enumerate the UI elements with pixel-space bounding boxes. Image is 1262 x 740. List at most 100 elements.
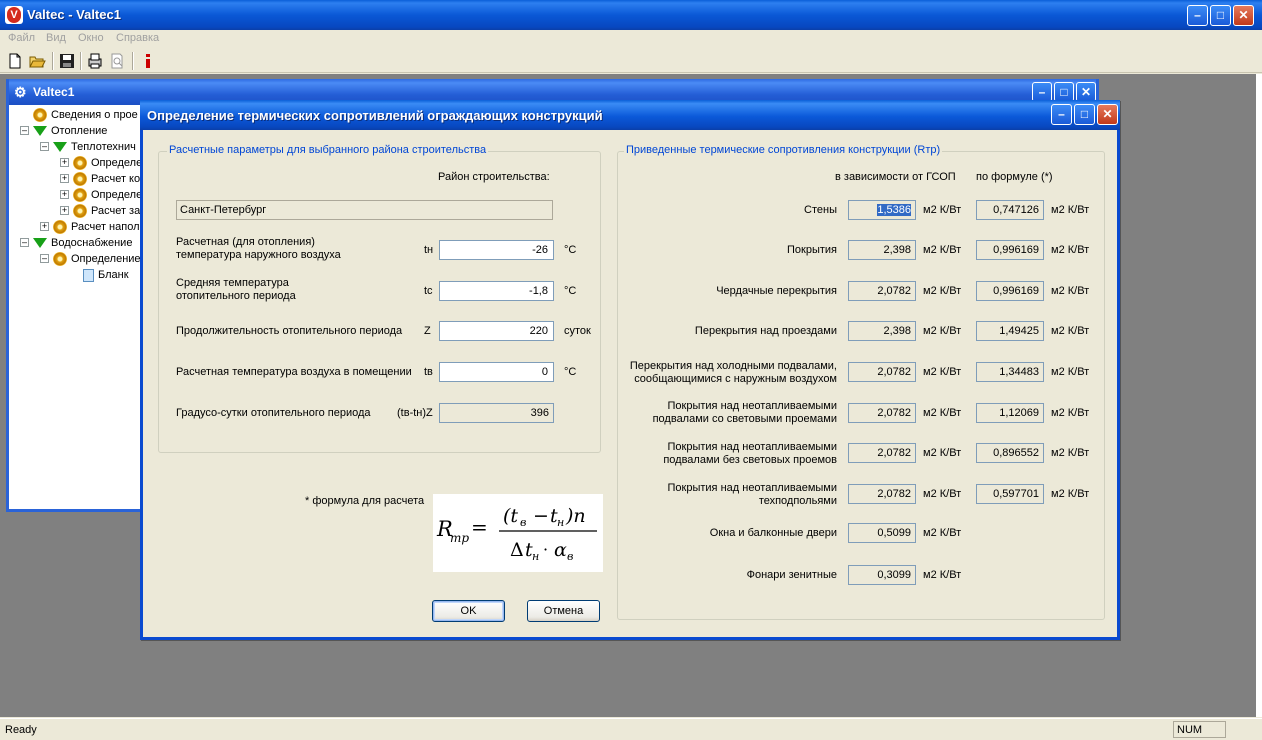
duration-input[interactable]: 220 [439,321,554,341]
menu-help[interactable]: Справка [116,32,159,44]
indoor-temp-input[interactable]: 0 [439,362,554,382]
ok-button[interactable]: OK [432,600,505,622]
tree-collapse-icon[interactable]: – [40,254,49,263]
new-file-icon[interactable] [6,52,24,70]
tree-item-definition-2[interactable]: Определе [73,187,142,203]
tree-expand-icon[interactable]: + [40,222,49,231]
formula-image: R тр = (t в − t н )n Δ t н · α в [433,494,603,572]
tree-item-label: Теплотехнич [71,141,136,153]
unit-label: м2 К/Вт [1051,366,1090,378]
status-ready: Ready [5,724,37,736]
tree-expand-icon[interactable]: + [60,190,69,199]
menu-file[interactable]: Файл [8,32,35,44]
maximize-button[interactable]: □ [1210,5,1231,26]
param-avg-temp-label-1: Средняя температура [176,277,289,289]
param-outdoor-temp-unit: °C [564,244,577,256]
tree-item-label: Водоснабжение [51,237,133,249]
walls-gsop-field[interactable]: 1,5386 [848,200,916,220]
close-button[interactable]: ✕ [1233,5,1254,26]
dialog-maximize-button[interactable]: □ [1074,104,1095,125]
row-underfloor-label-1: Покрытия над неотапливаемыми [667,482,837,494]
outdoor-temp-input[interactable]: -26 [439,240,554,260]
status-num-indicator: NUM [1173,721,1226,738]
underfloor-gsop-field: 2,0782 [848,484,916,504]
cancel-button[interactable]: Отмена [527,600,600,622]
cold-basement-formula-field: 1,34483 [976,362,1044,382]
minimize-button[interactable]: – [1187,5,1208,26]
child-minimize-button[interactable]: – [1032,82,1052,102]
tree-expand-icon[interactable]: + [60,158,69,167]
document-icon [83,268,94,282]
tree-collapse-icon[interactable]: – [20,238,29,247]
menu-view[interactable]: Вид [46,32,66,44]
triangle-icon [33,126,47,137]
tree-collapse-icon[interactable]: – [40,142,49,151]
walls-formula-field: 0,747126 [976,200,1044,220]
tree-item-heating[interactable]: Отопление [33,123,107,139]
param-duration-label: Продолжительность отопительного периода [176,325,403,337]
print-icon[interactable] [86,52,104,70]
attic-gsop-field: 2,0782 [848,281,916,301]
unit-label: м2 К/Вт [923,527,962,539]
save-icon[interactable] [58,52,76,70]
tree-item-label: Расчет ко [91,173,141,185]
unit-label: м2 К/Вт [923,325,962,337]
tree-item-thermal[interactable]: Теплотехнич [53,139,136,155]
main-title-bar[interactable]: Valtec - Valtec1 – □ ✕ [0,0,1262,30]
tree-item-definition-3[interactable]: Определение [53,251,141,267]
row-windows-label: Окна и балконные двери [709,527,837,539]
roofs-formula-field: 0,996169 [976,240,1044,260]
unit-label: м2 К/Вт [923,488,962,500]
tree-item-blank[interactable]: Бланк [83,267,129,283]
svg-text:тр: тр [450,531,469,545]
main-window-title: Valtec - Valtec1 [27,7,121,22]
menu-window[interactable]: Окно [78,32,104,44]
param-degree-days-symbol: (tв-tн)Z [397,407,433,419]
param-avg-temp-symbol: tc [424,285,433,297]
basement-nowindows-gsop-field: 2,0782 [848,443,916,463]
unit-label: м2 К/Вт [1051,488,1090,500]
gear-icon [73,172,87,187]
param-duration-symbol: Z [424,325,431,337]
gear-icon [53,220,67,235]
thermal-resistance-dialog: Определение термических сопротивлений ог… [140,100,1120,640]
tree-expand-icon[interactable]: + [60,206,69,215]
tree-item-calc-1[interactable]: Расчет ко [73,171,140,187]
param-avg-temp-unit: °C [564,285,577,297]
dialog-minimize-button[interactable]: – [1051,104,1072,125]
unit-label: м2 К/Вт [1051,204,1090,216]
gear-icon: ⚙ [14,84,27,100]
tree-item-calc-2[interactable]: Расчет за [73,203,140,219]
tree-item-calc-floor[interactable]: Расчет напол [53,219,140,235]
tree-expand-icon[interactable]: + [60,174,69,183]
tree-item-label: Определение [71,253,141,265]
avg-temp-input[interactable]: -1,8 [439,281,554,301]
print-preview-icon[interactable] [108,52,126,70]
toolbar-separator [132,52,134,70]
tree-item-definition-1[interactable]: Определе [73,155,142,171]
triangle-icon [53,142,67,153]
child-close-button[interactable]: ✕ [1076,82,1096,102]
underfloor-formula-field: 0,597701 [976,484,1044,504]
basement-nowindows-formula-field: 0,896552 [976,443,1044,463]
param-indoor-temp-unit: °C [564,366,577,378]
row-skylights-label: Фонари зенитные [746,569,837,581]
unit-label: м2 К/Вт [923,244,962,256]
dialog-title-bar[interactable]: Определение термических сопротивлений ог… [140,100,1120,130]
child-maximize-button[interactable]: □ [1054,82,1074,102]
tree-item-water-supply[interactable]: Водоснабжение [33,235,132,251]
passages-formula-field: 1,49425 [976,321,1044,341]
toolbar [0,49,1262,73]
row-roofs-label: Покрытия [787,244,837,256]
unit-label: м2 К/Вт [1051,447,1090,459]
row-cold-basement-label-2: сообщающимися с наружным воздухом [634,373,837,385]
tree-collapse-icon[interactable]: – [20,126,29,135]
open-folder-icon[interactable] [28,52,46,70]
gear-icon [53,252,67,267]
info-icon[interactable] [139,52,157,70]
tree-item-label: Определе [91,189,143,201]
tree-item-project-info[interactable]: Сведения о прое [33,107,138,123]
gear-icon [73,204,87,219]
dialog-close-button[interactable]: ✕ [1097,104,1118,125]
unit-label: м2 К/Вт [923,366,962,378]
